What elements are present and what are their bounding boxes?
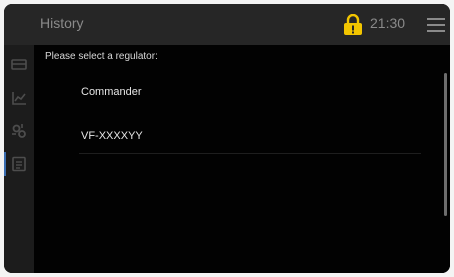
hamburger-menu-icon[interactable]	[427, 18, 445, 32]
history-list-icon	[12, 156, 26, 172]
list-divider	[79, 153, 421, 154]
sidebar-item-settings[interactable]	[4, 116, 34, 146]
sidebar-item-chart[interactable]	[4, 83, 34, 113]
scrollbar-thumb[interactable]	[444, 73, 447, 216]
lock-warning-icon[interactable]	[343, 13, 363, 36]
device-screen: History 21:30 Please select a regulator:…	[4, 4, 450, 273]
sidebar-item-history[interactable]	[4, 149, 34, 179]
regulator-item-commander[interactable]: Commander	[81, 77, 421, 107]
regulator-item-vf[interactable]: VF-XXXXYY	[81, 121, 421, 151]
sidebar-item-regulator[interactable]	[4, 50, 34, 80]
clock-display: 21:30	[370, 15, 406, 31]
select-prompt: Please select a regulator:	[45, 51, 158, 62]
sidebar	[4, 45, 34, 273]
chart-icon	[12, 92, 26, 105]
settings-icon	[12, 124, 26, 138]
regulator-icon	[11, 59, 27, 70]
page-title: History	[40, 15, 84, 31]
regulator-list-panel: Please select a regulator: Commander VF-…	[34, 45, 450, 273]
top-bar: History 21:30	[4, 4, 450, 45]
